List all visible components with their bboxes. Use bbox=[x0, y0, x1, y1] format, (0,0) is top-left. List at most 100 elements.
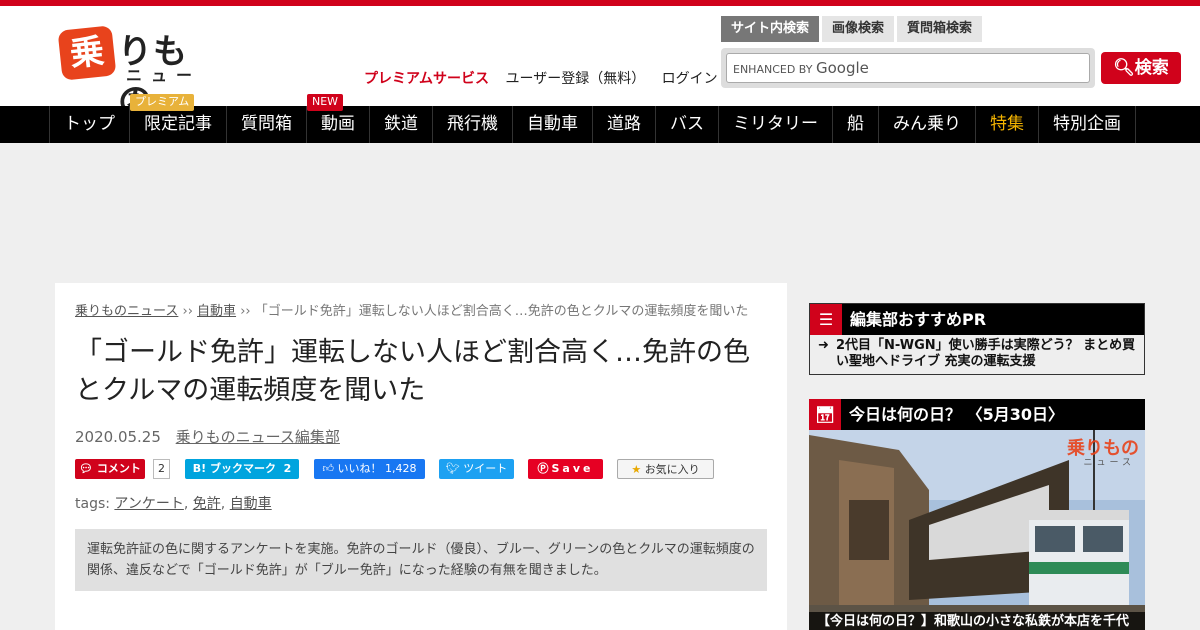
share-bar: 💬︎ コメント 2 B! ブックマーク 2 👍︎ いいね！ 1,428 🐦︎ ツ… bbox=[75, 459, 767, 481]
fav-label: お気に入り bbox=[644, 463, 700, 476]
nav-item-limited[interactable]: プレミアム限定記事 bbox=[129, 94, 226, 143]
login-link[interactable]: ログイン bbox=[662, 71, 718, 87]
nav-label: 道路 bbox=[607, 114, 641, 134]
nav-label: 船 bbox=[847, 114, 864, 134]
site-header: 乗 りもの ニュース プレミアムサービス ユーザー登録（無料） ログイン サイト… bbox=[0, 6, 1200, 121]
search-placeholder-prefix: ENHANCED BY bbox=[733, 63, 813, 76]
breadcrumb-current: 「ゴールド免許」運転しない人ほど割合高く…免許の色とクルマの運転頻度を聞いた bbox=[254, 304, 749, 319]
nav-label: 鉄道 bbox=[384, 114, 418, 134]
nav-label: トップ bbox=[64, 114, 115, 134]
today-title: 今日は何の日？ 〈5月30日〉 bbox=[849, 405, 1064, 424]
nav-item-ship[interactable]: 船 bbox=[832, 106, 878, 143]
article-meta: 2020.05.25 乗りものニュース編集部 bbox=[75, 426, 767, 447]
nav-item-special-project[interactable]: 特別企画 bbox=[1038, 106, 1136, 143]
editor-pr-box: ☰ 編集部おすすめPR ➜ 2代目「N-WGN」使い勝手は実際どう？ まとめ買い… bbox=[809, 303, 1145, 375]
comment-icon: 💬︎ bbox=[79, 462, 94, 475]
tab-image-search[interactable]: 画像検索 bbox=[822, 16, 895, 42]
nav-label: 自動車 bbox=[527, 114, 578, 134]
nav-item-road[interactable]: 道路 bbox=[592, 106, 655, 143]
thumbs-up-icon: 👍︎ bbox=[322, 462, 335, 475]
tab-question-search[interactable]: 質問箱検索 bbox=[897, 16, 983, 42]
nav-label: みん乗り bbox=[893, 114, 961, 134]
nav-item-bus[interactable]: バス bbox=[655, 106, 718, 143]
editor-pr-header: ☰ 編集部おすすめPR bbox=[810, 304, 1144, 335]
hatena-bookmark-button[interactable]: B! ブックマーク 2 bbox=[185, 459, 299, 479]
nav-label: 特集 bbox=[990, 114, 1024, 134]
search-input[interactable]: ENHANCED BY Google bbox=[726, 53, 1090, 83]
nav-label: 飛行機 bbox=[447, 114, 498, 134]
twitter-bird-icon: 🐦︎ bbox=[445, 462, 460, 475]
breadcrumb-category[interactable]: 自動車 bbox=[197, 304, 236, 319]
breadcrumb: 乗りものニュース ›› 自動車 ›› 「ゴールド免許」運転しない人ほど割合高く…… bbox=[75, 303, 767, 320]
utility-links: プレミアムサービス ユーザー登録（無料） ログイン bbox=[364, 68, 730, 88]
today-header: 📅︎ 今日は何の日？ 〈5月30日〉 bbox=[809, 399, 1145, 430]
photo-caption[interactable]: 【今日は何の日？】和歌山の小さな私鉄が本店を千代 bbox=[809, 612, 1145, 630]
premium-service-link[interactable]: プレミアムサービス bbox=[364, 71, 489, 87]
photo-watermark-sub: ニュース bbox=[1083, 458, 1135, 468]
nav-item-community[interactable]: みん乗り bbox=[878, 106, 975, 143]
nav-item-feature[interactable]: 特集 bbox=[975, 106, 1038, 143]
nav-label: 質問箱 bbox=[241, 114, 292, 134]
nav-label: 限定記事 bbox=[144, 114, 212, 134]
hatena-count: 2 bbox=[283, 462, 292, 475]
search-icon: 🔍︎ bbox=[1113, 58, 1135, 78]
article-title: 「ゴールド免許」運転しない人ほど割合高く…免許の色とクルマの運転頻度を聞いた bbox=[75, 337, 750, 406]
tag-link[interactable]: 自動車 bbox=[230, 496, 272, 512]
article-date: 2020.05.25 bbox=[75, 428, 161, 446]
article-card: 乗りものニュース ›› 自動車 ›› 「ゴールド免許」運転しない人ほど割合高く…… bbox=[55, 283, 787, 630]
tab-site-search[interactable]: サイト内検索 bbox=[721, 16, 820, 42]
pin-label: Save bbox=[551, 462, 594, 475]
tag-link[interactable]: 免許 bbox=[193, 496, 221, 512]
tag-link[interactable]: アンケート bbox=[114, 496, 183, 512]
editor-pr-title: 編集部おすすめPR bbox=[850, 310, 987, 329]
fb-label: いいね！ bbox=[337, 462, 382, 475]
search-box: ENHANCED BY Google bbox=[721, 48, 1095, 88]
pr-article-title: 2代目「N-WGN」使い勝手は実際どう？ まとめ買い聖地へドライブ 充実の運転支… bbox=[836, 338, 1136, 369]
google-brand: Google bbox=[815, 59, 869, 77]
favorite-button[interactable]: ★ お気に入り bbox=[617, 459, 714, 479]
tweet-button[interactable]: 🐦︎ ツイート bbox=[439, 459, 514, 479]
calendar-icon: 📅︎ bbox=[809, 399, 841, 430]
pr-article-link[interactable]: ➜ 2代目「N-WGN」使い勝手は実際どう？ まとめ買い聖地へドライブ 充実の運… bbox=[810, 335, 1144, 374]
fb-count: 1,428 bbox=[385, 462, 417, 475]
today-photo[interactable]: 乗りもの ニュース 【今日は何の日？】和歌山の小さな私鉄が本店を千代 bbox=[809, 430, 1145, 630]
article-author[interactable]: 乗りものニュース編集部 bbox=[176, 428, 340, 446]
breadcrumb-separator: ›› bbox=[240, 304, 251, 319]
today-box: 📅︎ 今日は何の日？ 〈5月30日〉 bbox=[809, 399, 1145, 430]
premium-badge: プレミアム bbox=[130, 94, 195, 111]
register-link[interactable]: ユーザー登録（無料） bbox=[505, 71, 645, 87]
site-logo[interactable]: 乗 りもの ニュース bbox=[57, 25, 220, 121]
nav-item-video[interactable]: NEW 動画 bbox=[306, 94, 369, 143]
star-icon: ★ bbox=[631, 463, 642, 476]
nav-item-question[interactable]: 質問箱 bbox=[226, 106, 306, 143]
comment-count: 2 bbox=[153, 459, 170, 479]
article-tags: tags: アンケート, 免許, 自動車 bbox=[75, 496, 272, 512]
nav-label: ミリタリー bbox=[733, 114, 818, 134]
logo-mark: 乗 bbox=[57, 25, 117, 81]
comment-button[interactable]: 💬︎ コメント bbox=[75, 459, 145, 479]
new-badge: NEW bbox=[307, 94, 344, 111]
pinterest-save-button[interactable]: ⓅSave bbox=[528, 459, 603, 479]
nav-item-railway[interactable]: 鉄道 bbox=[369, 106, 432, 143]
search-tabs: サイト内検索 画像検索 質問箱検索 bbox=[721, 16, 985, 42]
breadcrumb-home[interactable]: 乗りものニュース bbox=[75, 304, 178, 319]
nav-label: 動画 bbox=[321, 114, 355, 134]
article-summary: 運転免許証の色に関するアンケートを実施。免許のゴールド（優良）、ブルー、グリーン… bbox=[75, 529, 767, 591]
search-button-label: 検索 bbox=[1134, 58, 1169, 78]
nav-label: 特別企画 bbox=[1053, 114, 1121, 134]
nav-item-airplane[interactable]: 飛行機 bbox=[432, 106, 512, 143]
main-nav: トップ プレミアム限定記事 質問箱 NEW 動画 鉄道 飛行機 自動車 道路 バス… bbox=[0, 94, 1200, 143]
nav-item-military[interactable]: ミリタリー bbox=[718, 106, 832, 143]
list-icon: ☰ bbox=[810, 304, 842, 335]
facebook-like-button[interactable]: 👍︎ いいね！ 1,428 bbox=[314, 459, 425, 479]
hatena-label: B! ブックマーク bbox=[192, 462, 276, 475]
tweet-label: ツイート bbox=[463, 462, 508, 475]
search-button[interactable]: 🔍︎検索 bbox=[1101, 52, 1181, 84]
pinterest-icon: Ⓟ bbox=[537, 462, 552, 475]
nav-item-top[interactable]: トップ bbox=[49, 106, 129, 143]
arrow-circle-icon: ➜ bbox=[818, 338, 829, 353]
nav-item-car[interactable]: 自動車 bbox=[512, 106, 592, 143]
breadcrumb-separator: ›› bbox=[182, 304, 193, 319]
comment-label: コメント bbox=[96, 462, 141, 475]
nav-label: バス bbox=[670, 114, 704, 134]
